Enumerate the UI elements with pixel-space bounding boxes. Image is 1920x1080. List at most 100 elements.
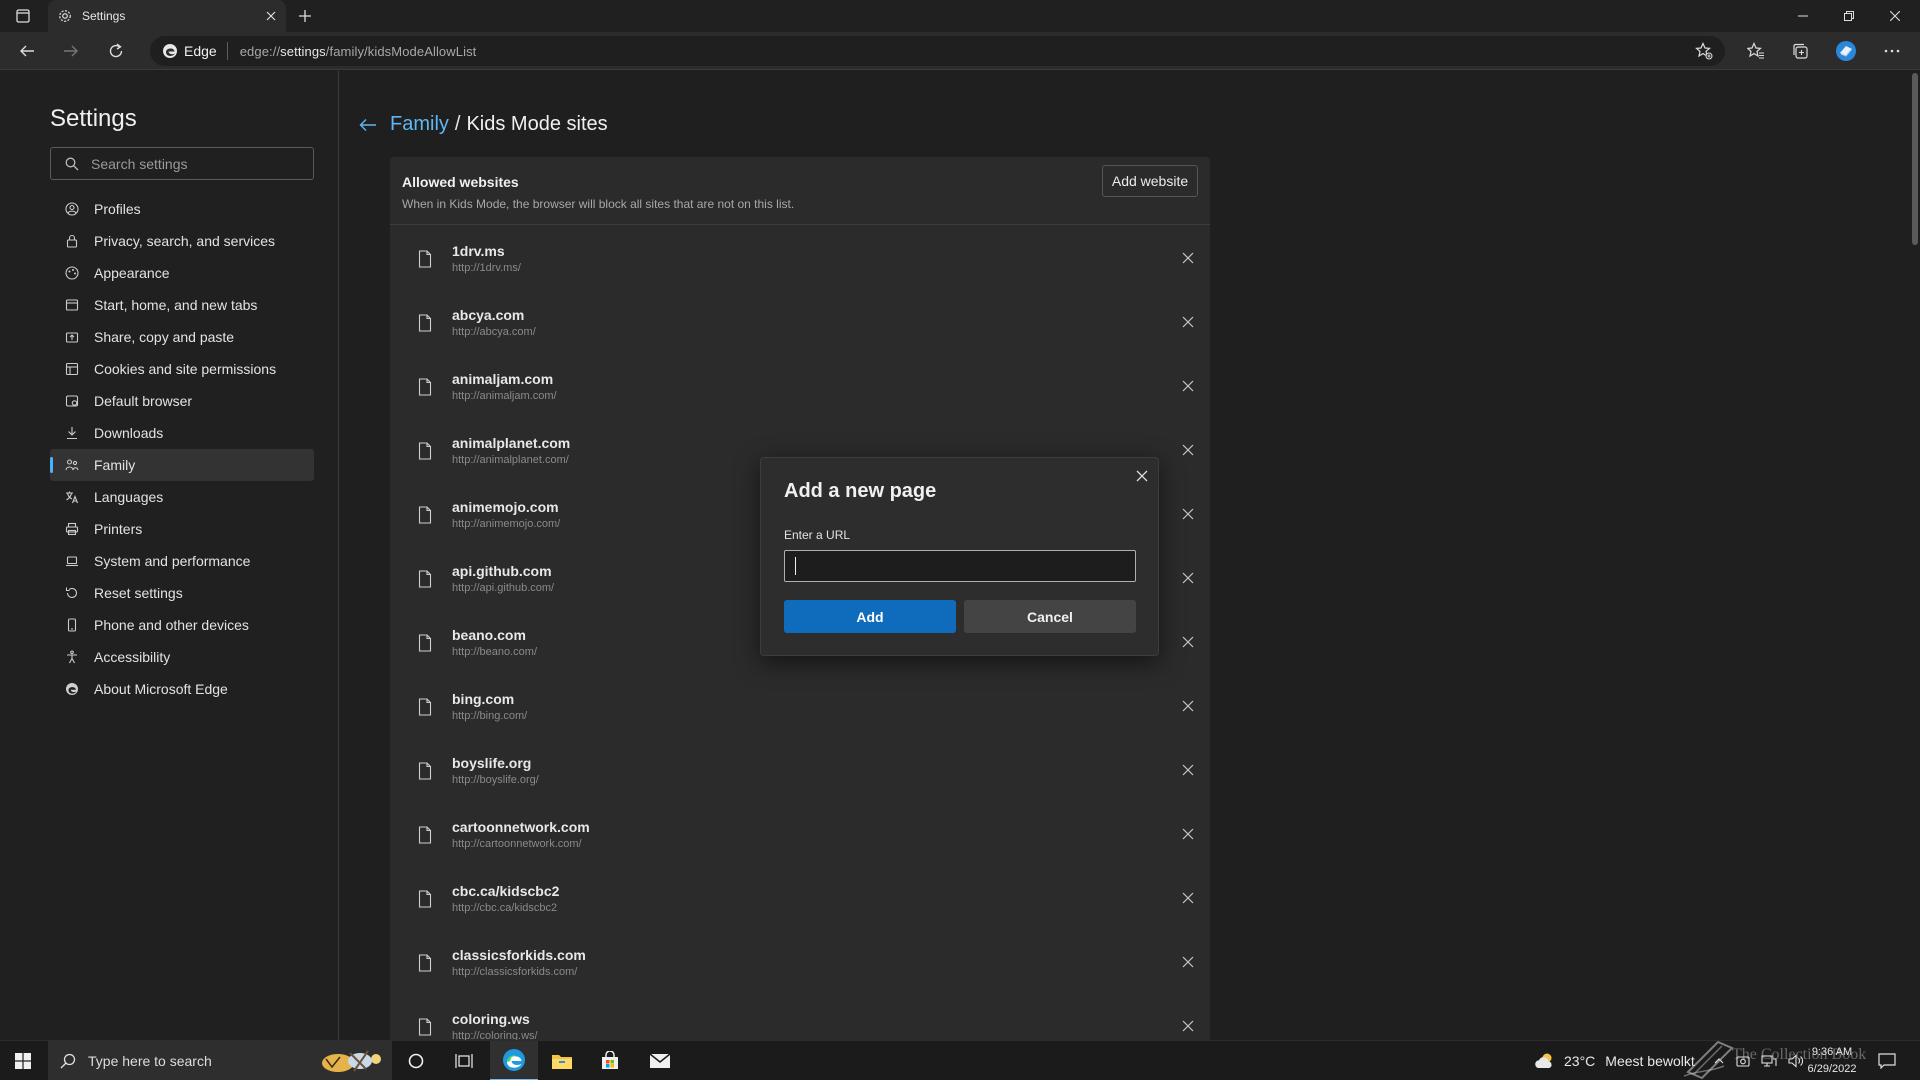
remove-site-button[interactable] [1178, 760, 1198, 780]
clock-date: 6/29/2022 [1807, 1063, 1857, 1075]
tab-settings[interactable]: Settings [48, 0, 286, 32]
sidebar-item-label: Phone and other devices [94, 617, 249, 633]
sidebar-item-label: Languages [94, 489, 164, 505]
page-scrollbar[interactable] [1910, 71, 1920, 1040]
weather-widget[interactable]: 23°C Meest bewolkt [1534, 1041, 1695, 1080]
start-button[interactable] [0, 1041, 46, 1080]
notifications-button[interactable] [1872, 1049, 1902, 1073]
more-menu-button[interactable] [1876, 36, 1908, 66]
sidebar-item-about[interactable]: About Microsoft Edge [50, 673, 314, 705]
remove-site-button[interactable] [1178, 568, 1198, 588]
remove-site-button[interactable] [1178, 248, 1198, 268]
add-page-dialog: Add a new page Enter a URL Add Cancel [760, 457, 1159, 656]
remove-site-button[interactable] [1178, 312, 1198, 332]
sidebar-item-privacy[interactable]: Privacy, search, and services [50, 225, 314, 257]
collections-button[interactable] [1784, 36, 1816, 66]
add-website-button[interactable]: Add website [1102, 165, 1198, 197]
file-icon [418, 762, 432, 780]
search-settings-input[interactable] [91, 155, 301, 172]
restore-button[interactable] [1826, 0, 1872, 32]
search-highlight-illustration [322, 1050, 381, 1072]
site-url: http://beano.com/ [452, 646, 537, 658]
close-icon [1136, 470, 1148, 482]
new-tab-button[interactable] [292, 4, 318, 28]
close-window-button[interactable] [1872, 0, 1918, 32]
sidebar-item-phone[interactable]: Phone and other devices [50, 609, 314, 641]
remove-site-button[interactable] [1178, 1016, 1198, 1036]
task-view-button[interactable] [440, 1041, 488, 1080]
url-scheme: edge:// [239, 43, 281, 59]
chevron-up-icon[interactable] [1713, 1051, 1725, 1071]
close-icon [1182, 956, 1194, 968]
sidebar-item-languages[interactable]: Languages [50, 481, 314, 513]
site-name: 1drv.ms [452, 243, 505, 259]
site-url: http://cbc.ca/kidscbc2 [452, 902, 558, 914]
site-identity-chip[interactable]: Edge [150, 42, 228, 60]
sidebar-item-default-browser[interactable]: Default browser [50, 385, 314, 417]
sidebar-item-downloads[interactable]: Downloads [50, 417, 314, 449]
site-row: cartoonnetwork.com http://cartoonnetwork.… [390, 802, 1210, 866]
sidebar-item-profiles[interactable]: Profiles [50, 193, 314, 225]
sidebar-item-start-home[interactable]: Start, home, and new tabs [50, 289, 314, 321]
sidebar-item-label: Default browser [94, 393, 193, 409]
dialog-close-button[interactable] [1132, 466, 1152, 486]
profile-button[interactable] [1830, 36, 1862, 66]
taskbar-search-box[interactable]: Type here to search [48, 1041, 392, 1080]
forward-button[interactable] [56, 36, 86, 66]
site-name: cbc.ca/kidscbc2 [452, 883, 560, 899]
taskbar-file-explorer[interactable] [538, 1041, 586, 1080]
taskbar-store[interactable] [586, 1041, 634, 1080]
camera-icon[interactable] [1735, 1051, 1751, 1071]
address-bar[interactable]: Edge edge://settings/family/kidsModeAllo… [150, 36, 1725, 66]
add-button[interactable]: Add [784, 600, 956, 633]
arrow-right-icon [64, 45, 78, 57]
sidebar-item-appearance[interactable]: Appearance [50, 257, 314, 289]
minimize-button[interactable] [1780, 0, 1826, 32]
search-settings-box[interactable] [50, 147, 314, 180]
sidebar-item-printers[interactable]: Printers [50, 513, 314, 545]
back-button[interactable] [12, 36, 42, 66]
cortana-button[interactable] [392, 1041, 440, 1080]
remove-site-button[interactable] [1178, 376, 1198, 396]
sidebar-item-family[interactable]: Family [50, 449, 314, 481]
remove-site-button[interactable] [1178, 696, 1198, 716]
reset-icon [64, 585, 80, 601]
remove-site-button[interactable] [1178, 440, 1198, 460]
site-row: boyslife.org http://boyslife.org/ [390, 738, 1210, 802]
plus-icon [299, 10, 311, 22]
scrollbar-thumb[interactable] [1912, 73, 1918, 245]
search-icon [60, 1053, 76, 1069]
avatar-icon [1836, 41, 1856, 61]
file-icon [418, 698, 432, 716]
accessibility-icon [64, 649, 80, 665]
close-tab-icon[interactable] [266, 11, 276, 21]
taskbar-edge-app[interactable] [490, 1041, 538, 1080]
breadcrumb-family-link[interactable]: Family [390, 113, 449, 136]
remove-site-button[interactable] [1178, 888, 1198, 908]
tab-actions-button[interactable] [8, 4, 38, 28]
sidebar-item-system[interactable]: System and performance [50, 545, 314, 577]
url-text[interactable]: edge://settings/family/kidsModeAllowList [240, 44, 477, 59]
sidebar-item-cookies[interactable]: Cookies and site permissions [50, 353, 314, 385]
url-input[interactable] [784, 550, 1136, 582]
file-icon [418, 570, 432, 588]
close-icon [1182, 444, 1194, 456]
sidebar-item-reset[interactable]: Reset settings [50, 577, 314, 609]
file-icon [418, 954, 432, 972]
network-icon[interactable] [1761, 1051, 1777, 1071]
site-url: http://cartoonnetwork.com/ [452, 838, 582, 850]
cancel-button[interactable]: Cancel [964, 600, 1136, 633]
refresh-button[interactable] [101, 36, 131, 66]
taskbar-clock[interactable]: 9:36 AM 6/29/2022 [1792, 1044, 1872, 1078]
taskbar-mail[interactable] [636, 1041, 684, 1080]
remove-site-button[interactable] [1178, 824, 1198, 844]
remove-site-button[interactable] [1178, 952, 1198, 972]
add-favorite-button[interactable] [1688, 36, 1720, 66]
close-icon [1890, 11, 1900, 21]
sidebar-item-accessibility[interactable]: Accessibility [50, 641, 314, 673]
sidebar-item-share-copy[interactable]: Share, copy and paste [50, 321, 314, 353]
back-arrow-button[interactable] [358, 115, 378, 135]
favorites-button[interactable] [1740, 36, 1772, 66]
remove-site-button[interactable] [1178, 632, 1198, 652]
remove-site-button[interactable] [1178, 504, 1198, 524]
